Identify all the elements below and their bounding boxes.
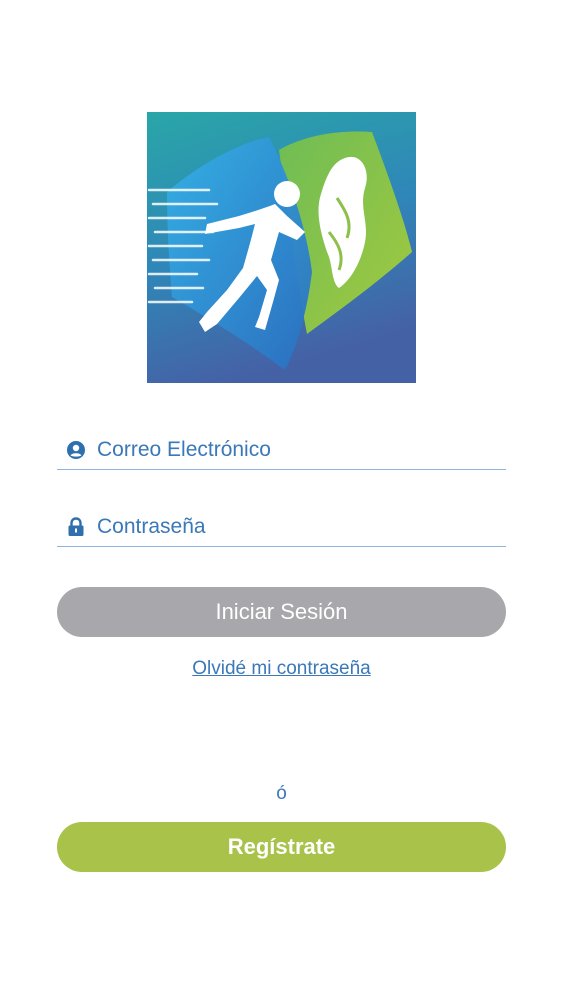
password-input[interactable]	[97, 510, 477, 543]
email-input[interactable]	[97, 433, 477, 466]
lock-icon	[65, 516, 87, 538]
password-field	[57, 507, 506, 547]
user-icon	[65, 439, 87, 461]
app-logo	[147, 112, 416, 383]
forgot-password-link[interactable]: Olvidé mi contraseña	[0, 658, 563, 680]
or-separator: ó	[276, 783, 287, 804]
register-button[interactable]: Regístrate	[57, 822, 506, 872]
login-button[interactable]: Iniciar Sesión	[57, 587, 506, 637]
email-field	[57, 430, 506, 470]
